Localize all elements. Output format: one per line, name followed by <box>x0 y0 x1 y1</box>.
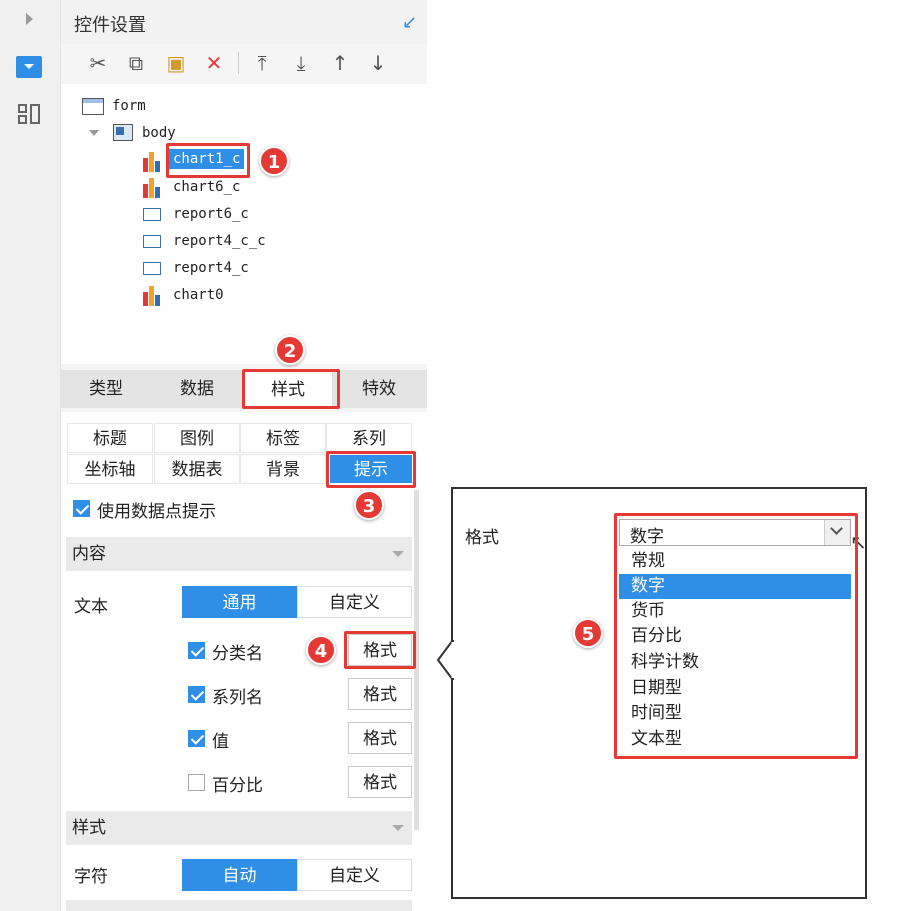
highlight-box-3 <box>326 451 416 488</box>
percent-checkbox[interactable] <box>188 774 205 791</box>
tree-node-chart6-c[interactable]: chart6_c <box>173 179 240 195</box>
subtab-axis[interactable]: 坐标轴 <box>67 454 153 484</box>
toolbar-divider <box>238 52 239 74</box>
style-section-header[interactable]: 样式 <box>66 811 412 845</box>
text-custom-toggle[interactable]: 自定义 <box>297 586 412 618</box>
tab-type[interactable]: 类型 <box>61 370 151 408</box>
widget-tree: form body chart1_c chart6_c report6_c re… <box>61 84 427 364</box>
use-tooltip-label: 使用数据点提示 <box>97 502 216 522</box>
category-name-checkbox[interactable] <box>188 642 205 659</box>
step-badge-5: 5 <box>573 618 603 648</box>
step-badge-4: 4 <box>306 635 336 665</box>
copy-icon[interactable]: ⧉ <box>122 49 150 77</box>
chart-icon <box>143 286 163 306</box>
highlight-box-4 <box>344 631 416 669</box>
char-custom-toggle[interactable]: 自定义 <box>297 859 412 891</box>
char-auto-toggle[interactable]: 自动 <box>182 859 297 891</box>
move-top-icon[interactable]: ⤒ <box>248 49 276 77</box>
body-icon <box>113 124 133 141</box>
tab-data[interactable]: 数据 <box>152 370 242 408</box>
chart-icon <box>143 152 163 172</box>
subtab-label[interactable]: 标签 <box>240 423 326 453</box>
subtab-title[interactable]: 标题 <box>67 423 153 453</box>
content-section-header[interactable]: 内容 <box>66 537 412 571</box>
report-icon <box>143 235 161 248</box>
subtab-background[interactable]: 背景 <box>240 454 326 484</box>
step-badge-3: 3 <box>354 490 384 520</box>
expand-arrow-icon[interactable] <box>26 13 33 25</box>
paste-icon[interactable]: ▣ <box>162 49 190 77</box>
value-checkbox[interactable] <box>188 730 205 747</box>
subtab-datasheet[interactable]: 数据表 <box>154 454 240 484</box>
content-section-title: 内容 <box>72 544 106 564</box>
form-icon <box>82 98 104 115</box>
highlight-box-5 <box>614 513 858 759</box>
collapse-icon[interactable]: ↙ <box>402 12 417 33</box>
use-tooltip-checkbox[interactable] <box>73 500 90 517</box>
subtab-series[interactable]: 系列 <box>326 423 412 453</box>
widget-panel-icon[interactable] <box>16 56 42 78</box>
report-icon <box>143 262 161 275</box>
text-label: 文本 <box>74 597 108 617</box>
char-label: 字符 <box>74 867 108 887</box>
popup-pointer <box>436 640 454 680</box>
text-general-toggle[interactable]: 通用 <box>182 586 297 618</box>
category-name-label: 分类名 <box>212 644 263 664</box>
highlight-box-1 <box>166 143 250 178</box>
tab-effects[interactable]: 特效 <box>334 370 424 408</box>
style-section-title: 样式 <box>72 818 106 838</box>
series-format-button[interactable]: 格式 <box>348 678 412 710</box>
cut-icon[interactable]: ✂ <box>84 49 112 77</box>
tree-node-body[interactable]: body <box>142 125 176 141</box>
tree-node-report4-c[interactable]: report4_c <box>173 260 249 276</box>
report-icon <box>143 208 161 221</box>
panel-title: 控件设置 <box>74 15 146 36</box>
value-format-button[interactable]: 格式 <box>348 722 412 754</box>
subtab-legend[interactable]: 图例 <box>154 423 240 453</box>
collapse-arrow-icon[interactable] <box>89 130 99 136</box>
tree-node-chart0[interactable]: chart0 <box>173 287 224 303</box>
series-name-checkbox[interactable] <box>188 686 205 703</box>
format-label: 格式 <box>465 528 499 548</box>
highlight-box-2 <box>242 369 340 409</box>
next-section-stub <box>66 900 412 911</box>
layout-icon[interactable] <box>18 104 42 126</box>
tree-node-form[interactable]: form <box>112 98 146 114</box>
move-down-icon[interactable]: ↓ <box>364 49 392 77</box>
step-badge-1: 1 <box>259 146 289 176</box>
step-badge-2: 2 <box>275 335 305 365</box>
percent-format-button[interactable]: 格式 <box>348 766 412 798</box>
delete-icon[interactable]: ✕ <box>200 49 228 77</box>
move-up-icon[interactable]: ↑ <box>326 49 354 77</box>
chevron-down-icon <box>392 551 404 557</box>
tree-node-report4-c-c[interactable]: report4_c_c <box>173 233 266 249</box>
percent-label: 百分比 <box>212 776 263 796</box>
series-name-label: 系列名 <box>212 688 263 708</box>
move-bottom-icon[interactable]: ⤓ <box>287 49 315 77</box>
left-strip <box>0 0 61 911</box>
tree-node-report6-c[interactable]: report6_c <box>173 206 249 222</box>
value-label: 值 <box>212 732 229 752</box>
chart-icon <box>143 178 163 198</box>
chevron-down-icon <box>392 825 404 831</box>
